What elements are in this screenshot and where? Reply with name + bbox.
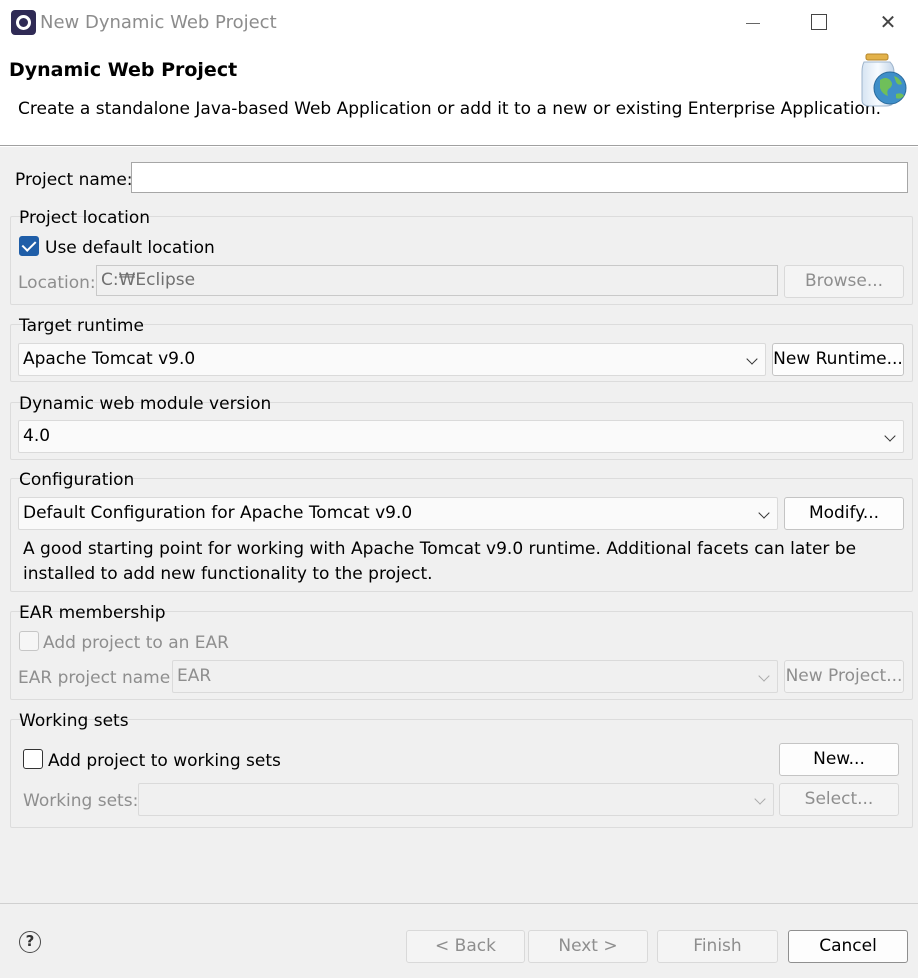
modify-button[interactable]: Modify... bbox=[784, 497, 904, 530]
target-runtime-value: Apache Tomcat v9.0 bbox=[23, 349, 196, 369]
page-description: Create a standalone Java-based Web Appli… bbox=[18, 99, 882, 119]
window-title: New Dynamic Web Project bbox=[40, 12, 277, 33]
help-icon[interactable]: ? bbox=[19, 931, 41, 953]
target-runtime-select[interactable]: Apache Tomcat v9.0 bbox=[18, 343, 766, 376]
location-label: Location: bbox=[18, 273, 96, 293]
use-default-location-label[interactable]: Use default location bbox=[45, 238, 215, 258]
ear-project-name-label: EAR project name: bbox=[18, 668, 176, 688]
next-button[interactable]: Next > bbox=[528, 930, 648, 963]
configuration-value: Default Configuration for Apache Tomcat … bbox=[23, 503, 413, 523]
configuration-title: Configuration bbox=[19, 470, 135, 490]
window-titlebar[interactable]: New Dynamic Web Project ✕ bbox=[0, 0, 918, 46]
ear-project-value: EAR bbox=[177, 666, 212, 686]
ear-membership-title: EAR membership bbox=[19, 603, 166, 623]
close-button[interactable]: ✕ bbox=[868, 8, 908, 38]
back-button[interactable]: < Back bbox=[406, 930, 525, 963]
new-project-button[interactable]: New Project... bbox=[784, 660, 904, 693]
project-name-label: Project name: bbox=[15, 170, 133, 190]
working-sets-label: Working sets: bbox=[23, 791, 139, 811]
add-to-ear-label: Add project to an EAR bbox=[43, 633, 229, 653]
new-runtime-button[interactable]: New Runtime... bbox=[772, 343, 904, 376]
chevron-down-icon bbox=[746, 353, 758, 365]
chevron-down-icon bbox=[754, 793, 766, 805]
configuration-description: A good starting point for working with A… bbox=[23, 539, 857, 584]
location-input[interactable]: C:₩Eclipse bbox=[96, 265, 778, 296]
jar-globe-icon bbox=[861, 53, 907, 107]
maximize-button[interactable] bbox=[798, 8, 838, 38]
add-to-ear-checkbox[interactable] bbox=[19, 631, 39, 651]
target-runtime-title: Target runtime bbox=[19, 316, 144, 336]
working-sets-title: Working sets bbox=[19, 711, 129, 731]
web-module-title: Dynamic web module version bbox=[19, 394, 272, 414]
chevron-down-icon bbox=[758, 507, 770, 519]
project-name-input[interactable] bbox=[131, 162, 908, 193]
chevron-down-icon bbox=[884, 430, 896, 442]
configuration-select[interactable]: Default Configuration for Apache Tomcat … bbox=[18, 497, 778, 530]
working-sets-select[interactable] bbox=[138, 783, 774, 816]
wizard-header: Dynamic Web Project Create a standalone … bbox=[0, 46, 918, 146]
use-default-location-checkbox[interactable] bbox=[19, 236, 39, 256]
project-location-title: Project location bbox=[19, 208, 151, 228]
add-to-working-sets-checkbox[interactable] bbox=[23, 749, 43, 769]
select-working-sets-button[interactable]: Select... bbox=[779, 783, 899, 816]
new-working-set-button[interactable]: New... bbox=[779, 743, 899, 776]
eclipse-icon bbox=[11, 10, 36, 35]
browse-button[interactable]: Browse... bbox=[784, 265, 904, 298]
add-to-working-sets-label[interactable]: Add project to working sets bbox=[48, 751, 281, 771]
ear-project-select[interactable]: EAR bbox=[172, 660, 778, 693]
web-module-select[interactable]: 4.0 bbox=[18, 420, 904, 453]
minimize-button[interactable] bbox=[733, 8, 773, 38]
cancel-button[interactable]: Cancel bbox=[788, 930, 908, 963]
page-title: Dynamic Web Project bbox=[9, 59, 238, 81]
finish-button[interactable]: Finish bbox=[657, 930, 778, 963]
chevron-down-icon bbox=[758, 670, 770, 682]
web-module-value: 4.0 bbox=[23, 426, 51, 446]
